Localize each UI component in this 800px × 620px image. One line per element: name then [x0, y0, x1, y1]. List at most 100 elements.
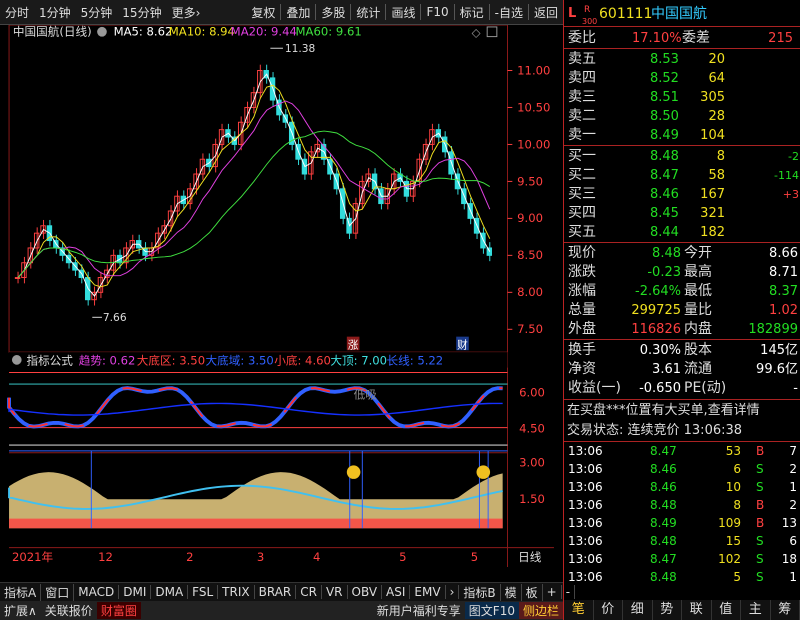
low-buy-label: 低吸	[354, 388, 378, 402]
sidebar-button[interactable]: 侧边栏	[518, 602, 563, 619]
tick-row: 13:06 8.48 8 B 2	[564, 496, 800, 515]
tab-1min[interactable]: 1分钟	[34, 4, 76, 21]
detail-tab[interactable]: 主	[741, 600, 771, 620]
tab-minute[interactable]: 分时	[0, 4, 34, 21]
tab-fsl[interactable]: FSL	[188, 585, 219, 599]
tab-indicator-b[interactable]: 指标B	[459, 583, 501, 601]
tab-emv[interactable]: EMV	[410, 585, 446, 599]
tick-price: 8.48	[650, 498, 677, 512]
tab-indicator-a[interactable]: 指标A	[0, 583, 42, 601]
tab-cr[interactable]: CR	[296, 585, 322, 599]
tick-row: 13:06 8.46 6 S 2	[564, 460, 800, 479]
restore-rights-button[interactable]: 复权	[246, 4, 280, 21]
stat-value: 3.61	[652, 362, 681, 377]
mark-button[interactable]: 标记	[455, 4, 489, 21]
detail-tab[interactable]: 价	[594, 600, 623, 620]
tick-price: 8.49	[650, 516, 677, 530]
tab-window[interactable]: 窗口	[41, 583, 75, 601]
related-quote-button[interactable]: 关联报价	[41, 602, 97, 619]
stat-value: 116826	[631, 322, 681, 337]
tick-row: 13:06 8.47 53 B 7	[564, 442, 800, 461]
indicator-menu-icon[interactable]	[11, 355, 22, 365]
stat-value: 145亿	[760, 343, 798, 358]
expand-button[interactable]: 扩展∧	[0, 602, 41, 619]
trend-ribbon-red	[8, 387, 503, 428]
tab-5min[interactable]: 5分钟	[76, 4, 118, 21]
tab-more[interactable]: 更多›	[167, 4, 206, 21]
ma-line	[17, 130, 491, 278]
back-button[interactable]: 返回	[529, 4, 563, 21]
divider	[564, 399, 800, 400]
divider	[564, 339, 800, 340]
tab-brar[interactable]: BRAR	[255, 585, 297, 599]
stat-label: 股本	[684, 342, 712, 358]
buy-price: 8.48	[650, 149, 679, 164]
f10-button[interactable]: F10	[421, 5, 453, 19]
stat-value: 299725	[631, 303, 681, 318]
sell-level-label: 卖一	[568, 127, 596, 143]
wealth-circle-button[interactable]: 财富圈	[96, 602, 141, 619]
detail-tab[interactable]: 细	[623, 600, 653, 620]
kline-chart-area[interactable]: 11.00 10.50 10.00 9.50 9.00 8.50 8.00 7.50 中国国航…	[0, 25, 563, 567]
ma20-label: MA20: 9.44	[231, 25, 297, 39]
buy-level-row: 买四 8.45 321	[564, 204, 800, 223]
tick-price: 8.47	[650, 552, 677, 566]
buy-volume: 58	[708, 168, 725, 183]
sell-level-label: 卖四	[568, 70, 596, 86]
big-order-notice[interactable]: 在买盘***位置有大买单,查看详情	[564, 401, 800, 420]
sell-level-row: 卖四 8.52 64	[564, 69, 800, 88]
tick-direction: S	[756, 570, 764, 584]
big-top-value: 大顶: 7.00	[330, 354, 387, 368]
stat-label: 最低	[684, 283, 712, 299]
date-m4: 4	[313, 550, 320, 564]
multi-stock-button[interactable]: 多股	[316, 4, 350, 21]
price-pane-frame	[8, 25, 508, 353]
stat-label: 涨幅	[568, 283, 596, 299]
tab-template[interactable]: 模	[501, 583, 522, 601]
statistics-button[interactable]: 统计	[351, 4, 385, 21]
remove-watchlist-button[interactable]: -自选	[490, 4, 528, 21]
sell-price: 8.49	[650, 128, 679, 143]
overlay-button[interactable]: 叠加	[281, 4, 315, 21]
l-badge: L	[568, 6, 577, 21]
settings-icon[interactable]	[97, 26, 107, 37]
tick-row: 13:06 8.48 15 S 6	[564, 532, 800, 551]
tick-volume: 10	[725, 480, 741, 494]
candle-body	[14, 277, 21, 279]
sell-volume: 64	[708, 71, 725, 86]
detail-tab[interactable]: 联	[682, 600, 712, 620]
tick-count: 6	[789, 534, 797, 548]
date-m6: 5	[471, 550, 478, 564]
tick-price: 8.48	[650, 570, 677, 584]
small-bottom-value: 小底: 4.60	[274, 354, 331, 368]
draw-line-button[interactable]: 画线	[386, 4, 420, 21]
tab-asi[interactable]: ASI	[382, 585, 411, 599]
diamond-icon[interactable]: ◇	[472, 26, 481, 40]
stat-value: 8.71	[769, 265, 798, 280]
tick-price: 8.46	[650, 462, 677, 476]
buy-level-label: 买四	[568, 205, 596, 221]
detail-tab[interactable]: 势	[653, 600, 682, 620]
tab-trix[interactable]: TRIX	[218, 585, 255, 599]
buy-volume: 8	[716, 149, 725, 164]
tab-macd[interactable]: MACD	[74, 585, 120, 599]
tab-dmi[interactable]: DMI	[119, 585, 152, 599]
tab-vr[interactable]: VR	[322, 585, 348, 599]
long-line	[8, 402, 503, 416]
f10-graphic-button[interactable]: 图文F10	[464, 602, 519, 619]
tab-obv[interactable]: OBV	[348, 585, 383, 599]
quote-stat-row: 涨跌 -0.23 最高 8.71	[564, 263, 800, 282]
window-toggle-icon[interactable]	[486, 26, 498, 38]
tab-scroll-right[interactable]: ›	[446, 585, 460, 599]
tab-dma[interactable]: DMA	[151, 585, 189, 599]
buy-level-label: 买二	[568, 167, 596, 183]
tab-15min[interactable]: 15分钟	[117, 4, 166, 21]
detail-tab[interactable]: 筹	[771, 600, 800, 620]
stat-value: 99.6亿	[756, 362, 798, 377]
tab-board[interactable]: 板	[522, 583, 543, 601]
detail-tab[interactable]: 笔	[564, 600, 594, 620]
buy-volume: 321	[700, 206, 725, 221]
zoom-in-button[interactable]: +	[543, 585, 562, 599]
detail-tab[interactable]: 值	[712, 600, 741, 620]
promo-link[interactable]: 新用户福利专享	[373, 602, 465, 619]
